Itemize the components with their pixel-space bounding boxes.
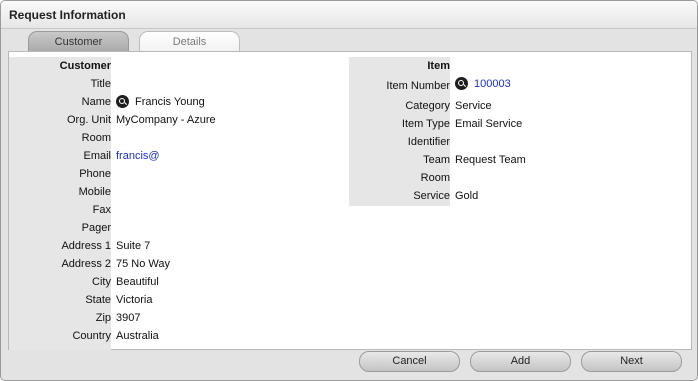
label-email: Email <box>9 147 111 165</box>
value-item-type: Email Service <box>455 118 523 130</box>
label-city: City <box>9 273 111 291</box>
value-zip: 3907 <box>116 312 141 324</box>
request-information-window: Request Information Customer Details Cus… <box>0 0 698 381</box>
label-item-number: Item Number <box>349 77 450 95</box>
customer-name: Francis Young <box>135 96 205 108</box>
label-fax: Fax <box>9 201 111 219</box>
label-item-type: Item Type <box>349 115 450 133</box>
value-team: Request Team <box>455 154 526 166</box>
item-number-link[interactable]: 100003 <box>474 78 511 90</box>
tab-details[interactable]: Details <box>139 31 240 52</box>
label-identifier: Identifier <box>349 133 450 151</box>
label-zip: Zip <box>9 309 111 327</box>
item-header: Item <box>349 57 450 75</box>
window-title: Request Information <box>9 8 126 22</box>
label-title: Title <box>9 75 111 93</box>
tab-customer[interactable]: Customer <box>28 31 129 52</box>
value-state: Victoria <box>116 294 153 306</box>
label-item-room: Room <box>349 169 450 187</box>
label-team: Team <box>349 151 450 169</box>
value-name: Francis Young <box>116 93 205 111</box>
label-room: Room <box>9 129 111 147</box>
value-service: Gold <box>455 190 479 202</box>
value-category: Service <box>455 100 492 112</box>
label-state: State <box>9 291 111 309</box>
label-service: Service <box>349 187 450 205</box>
label-phone: Phone <box>9 165 111 183</box>
add-button[interactable]: Add <box>470 351 571 372</box>
magnifier-icon[interactable] <box>116 95 129 108</box>
value-org-unit: MyCompany - Azure <box>116 114 216 126</box>
customer-panel: Customer Title Name Org. Unit Room Email… <box>8 51 692 350</box>
value-address-1: Suite 7 <box>116 240 151 252</box>
label-category: Category <box>349 97 450 115</box>
label-address-2: Address 2 <box>9 255 111 273</box>
label-name: Name <box>9 93 111 111</box>
customer-header: Customer <box>9 57 111 75</box>
cancel-button[interactable]: Cancel <box>359 351 460 372</box>
title-bar: Request Information <box>1 1 697 29</box>
value-address-2: 75 No Way <box>116 258 171 270</box>
value-country: Australia <box>116 330 159 342</box>
label-pager: Pager <box>9 219 111 237</box>
label-mobile: Mobile <box>9 183 111 201</box>
email-link[interactable]: francis@ <box>116 147 160 165</box>
label-address-1: Address 1 <box>9 237 111 255</box>
label-country: Country <box>9 327 111 345</box>
magnifier-icon[interactable] <box>455 77 468 90</box>
value-item-number: 100003 <box>455 75 511 93</box>
value-city: Beautiful <box>116 276 159 288</box>
next-button[interactable]: Next <box>581 351 682 372</box>
label-org-unit: Org. Unit <box>9 111 111 129</box>
